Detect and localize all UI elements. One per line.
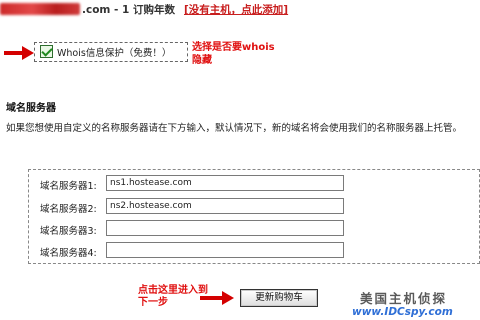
- watermark: 美国主机侦探 www.IDCspy.com: [352, 288, 480, 320]
- whois-protection-label: Whois信息保护（免费！）: [57, 48, 172, 59]
- blurred-domain-name: [0, 3, 80, 15]
- domain-suffix-and-years: .com - 1 订购年数: [82, 4, 175, 16]
- nameserver-4-input[interactable]: [106, 242, 344, 258]
- update-cart-button[interactable]: 更新购物车: [240, 289, 318, 307]
- whois-annotation: 选择是否要whois隐藏: [192, 42, 275, 66]
- watermark-url: www.IDCspy.com: [352, 306, 453, 318]
- nameserver-3-input[interactable]: [106, 220, 344, 236]
- nameserver-4-label: 域名服务器4:: [40, 248, 97, 259]
- nameservers-description: 如果您想使用自定义的名称服务器请在下方输入，默认情况下，新的域名将会使用我们的名…: [6, 123, 463, 134]
- nameserver-3-label: 域名服务器3:: [40, 226, 97, 237]
- red-arrow-right-icon: [4, 46, 34, 60]
- nameserver-1-label: 域名服务器1:: [40, 181, 97, 192]
- add-host-link[interactable]: [没有主机，点此添加]: [184, 2, 288, 17]
- whois-protection-checkbox[interactable]: [40, 45, 53, 58]
- red-arrow-right-icon: [200, 291, 236, 305]
- watermark-title: 美国主机侦探: [360, 291, 448, 306]
- next-step-annotation: 点击这里进入到下一步: [138, 285, 208, 308]
- nameservers-heading: 域名服务器: [6, 103, 56, 114]
- checkmark-icon: [41, 45, 53, 57]
- nameserver-1-input[interactable]: [106, 175, 344, 191]
- domain-line: .com - 1 订购年数 [没有主机，点此添加]: [0, 0, 480, 22]
- nameserver-2-label: 域名服务器2:: [40, 204, 97, 215]
- nameserver-2-input[interactable]: [106, 198, 344, 214]
